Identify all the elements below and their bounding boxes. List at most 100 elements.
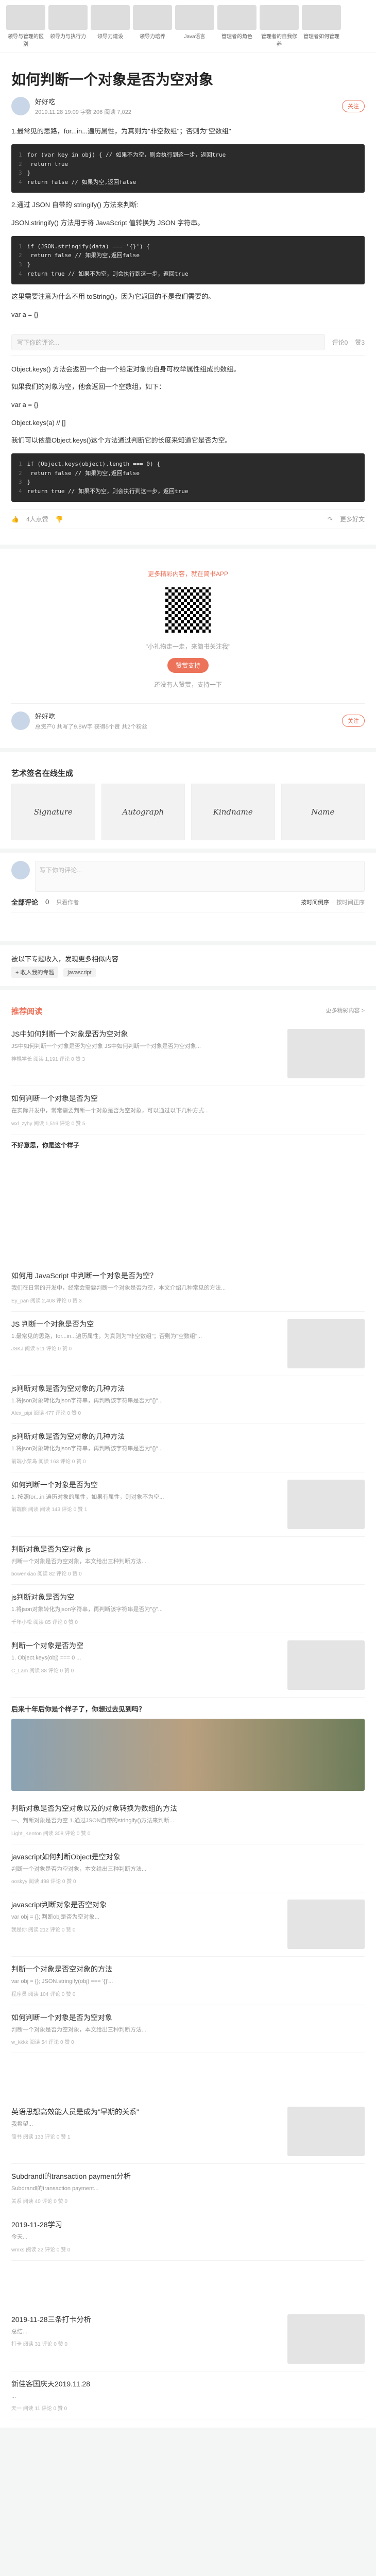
recommended-item-desc: JS中如何判断一个对象是否为空对象 JS中如何判断一个对象是否为空对象... bbox=[11, 1043, 201, 1050]
code-block-3: 1 if (Object.keys(object).length === 0) {… bbox=[11, 453, 365, 502]
recommended-item-title[interactable]: JS 判断一个对象是否为空 bbox=[11, 1319, 281, 1329]
recommended-item-title[interactable]: 如何判断一个对象是否为空 bbox=[11, 1093, 365, 1104]
recommended-item[interactable]: js判断对象是否为空对象的几种方法 1.将json对象转化为json字符串，再判断… bbox=[11, 1424, 365, 1472]
only-author-toggle[interactable]: 只看作者 bbox=[56, 898, 79, 906]
topics-title: 被以下专题收入，发现更多相似内容 bbox=[11, 955, 119, 963]
ad-banner[interactable]: 后来十年后你是个样子了，你想过去见到吗？ bbox=[11, 1698, 365, 1791]
thumbs-up-icon[interactable]: 👍 bbox=[11, 516, 19, 523]
recommended-item[interactable]: 判断对象是否为空对象 js 判断一个对象是否为空对象，本文给出三种判断方法... b… bbox=[11, 1537, 365, 1585]
recommended-item-desc: 判断一个对象是否为空对象，本文给出三种判断方法... bbox=[11, 1866, 147, 1872]
recommended-item-thumbnail bbox=[287, 1318, 365, 1368]
recommended-item-title[interactable]: 判断对象是否为空对象以及的对象转换为数组的方法 bbox=[11, 1803, 365, 1814]
author-meta: 2019.11.28 19:09 字数 206 阅读 7,022 bbox=[35, 109, 131, 116]
recommended-item-title[interactable]: 判断一个对象是否为空 bbox=[11, 1640, 281, 1651]
recommended-item[interactable]: JS 判断一个对象是否为空 1.最常见的思路，for...in...遍历属性，为真… bbox=[11, 1312, 365, 1376]
recommended-item-title[interactable]: js判断对象是否为空对象的几种方法 bbox=[11, 1383, 365, 1394]
signature-image[interactable]: Signature bbox=[11, 784, 95, 841]
more-link[interactable]: 更多精彩内容 > bbox=[326, 1006, 365, 1014]
recommended-item[interactable]: 如何判断一个对象是否为空对象 判断一个对象是否为空对象，本文给出三种判断方法...… bbox=[11, 2005, 365, 2054]
recommended-title: 推荐阅读 bbox=[11, 1007, 43, 1016]
sort-old[interactable]: 按时间正序 bbox=[336, 898, 365, 906]
banner-item[interactable]: 领导与管理的区别 bbox=[6, 5, 45, 47]
comment-count[interactable]: 评论0 bbox=[332, 338, 348, 347]
like-count[interactable]: 赞3 bbox=[355, 338, 365, 347]
comment-section: 写下你的评论... 全部评论 0 只看作者 按时间倒序 按时间正序 bbox=[0, 853, 376, 942]
banner-item[interactable]: 领导力建设 bbox=[91, 5, 130, 47]
sort-new[interactable]: 按时间倒序 bbox=[301, 898, 329, 906]
signature-image[interactable]: Name bbox=[281, 784, 365, 841]
app-hint[interactable]: 更多精彩内容，就在简书APP bbox=[11, 569, 365, 578]
author-card-avatar[interactable] bbox=[11, 711, 30, 731]
recommended-item[interactable]: javascript判断对象是否空对象 var obj = {}; 判断obj是否… bbox=[11, 1892, 365, 1957]
recommended-item-title[interactable]: 如何用 JavaScript 中判断一个对象是否为空？ bbox=[11, 1270, 365, 1281]
banner-item[interactable]: Java语言 bbox=[175, 5, 214, 47]
banner-thumbnail bbox=[175, 5, 214, 30]
recommended-item-title[interactable]: javascript判断对象是否空对象 bbox=[11, 1900, 281, 1910]
banner-label: 领导力培养 bbox=[140, 34, 165, 40]
signature-image[interactable]: Autograph bbox=[101, 784, 185, 841]
recommended-item-meta: Ey_pan 阅读 2,408 评论 0 赞 3 bbox=[11, 1298, 82, 1304]
recommended-item-title[interactable]: javascript如何判断Object是空对象 bbox=[11, 1852, 365, 1862]
recommended-item-meta: 我是你 阅读 212 评论 0 赞 0 bbox=[11, 1927, 76, 1933]
recommended-item[interactable]: 判断一个对象是否为空 1. Object.keys(obj) === 0 ... C… bbox=[11, 1633, 365, 1698]
comments-title: 全部评论 bbox=[11, 899, 39, 907]
recommended-item[interactable]: 2019-11-28三条打卡分析 总结... 打卡 阅读 31 评论 0 赞 0 bbox=[11, 2307, 365, 2371]
recommended-item-meta: 前端小菜鸟 阅读 163 评论 0 赞 0 bbox=[11, 1459, 86, 1465]
recommended-item-title[interactable]: JS中如何判断一个对象是否为空对象 bbox=[11, 1029, 281, 1039]
banner-item[interactable]: 管理者的角色 bbox=[217, 5, 257, 47]
code-line: 4 return true // 如果不为空，则会执行到这一步，返回true bbox=[19, 487, 189, 495]
recommended-item[interactable]: 如何判断一个对象是否为空 在实际开发中，常常需要判断一个对象是否为空对象，可以通过… bbox=[11, 1086, 365, 1134]
recommended-item-desc: 判断一个对象是否为空对象，本文给出三种判断方法... bbox=[11, 1558, 147, 1565]
banner-item[interactable]: 管理者的自我修养 bbox=[260, 5, 299, 47]
banner-item[interactable]: 领导力与执行力 bbox=[48, 5, 88, 47]
banner-item[interactable]: 管理者如何管理 bbox=[302, 5, 341, 47]
like-bar: 👍 4人点赞 👎 ↷ 更多好文 bbox=[11, 509, 365, 530]
recommended-item-title[interactable]: Subdrandl的transaction payment分析 bbox=[11, 2171, 365, 2181]
recommended-item[interactable]: Subdrandl的transaction payment分析 Subdrandl… bbox=[11, 2164, 365, 2212]
inline-comment-input[interactable]: 写下你的评论... bbox=[11, 334, 325, 350]
recommended-item[interactable]: 2019-11-28学习 今天... wmxs 阅读 22 评论 0 赞 0 bbox=[11, 2212, 365, 2261]
recommended-item-title[interactable]: 如何判断一个对象是否为空对象 bbox=[11, 2012, 365, 2023]
recommended-item-title[interactable]: 新佳客国庆天2019.11.28 bbox=[11, 2379, 365, 2389]
recommended-item-desc: ... bbox=[11, 2393, 16, 2399]
topic-tag[interactable]: javascript bbox=[63, 968, 96, 978]
author-card-name[interactable]: 好好吃 bbox=[35, 711, 147, 721]
recommended-item-title[interactable]: 2019-11-28学习 bbox=[11, 2219, 365, 2230]
add-topic-button[interactable]: + 收入我的专题 bbox=[11, 967, 59, 978]
recommended-item-title[interactable]: 判断一个对象是否空对象的方法 bbox=[11, 1964, 365, 1974]
recommended-item[interactable]: js判断对象是否为空对象的几种方法 1.将json对象转化为json字符串，再判断… bbox=[11, 1376, 365, 1425]
recommended-item[interactable]: 判断对象是否为空对象以及的对象转换为数组的方法 一、判断对象是否为空 1.通过JS… bbox=[11, 1796, 365, 1844]
recommended-item[interactable]: 如何用 JavaScript 中判断一个对象是否为空？ 我们在日常的开发中，经常会… bbox=[11, 1263, 365, 1312]
recommended-item[interactable]: javascript如何判断Object是空对象判断一个对象是否为空对象，本文给… bbox=[11, 1844, 365, 1893]
recommended-item[interactable]: 判断一个对象是否空对象的方法 var obj = {}; JSON.stringi… bbox=[11, 1957, 365, 2005]
recommended-item[interactable]: 英语思想高效能人员是成为"早期的关系" 我希望... 简书 阅读 133 评论 0 … bbox=[11, 2099, 365, 2164]
recommended-item[interactable]: 新佳客国庆天2019.11.28... 天一 阅读 11 评论 0 赞 0 bbox=[11, 2371, 365, 2420]
ad-block[interactable]: 不好意思，你是这个样子 bbox=[11, 1134, 365, 1263]
recommended-item-title[interactable]: js判断对象是否为空对象的几种方法 bbox=[11, 1431, 365, 1442]
recommended-item-meta: 前端熊 阅读 阅读 143 评论 0 赞 1 bbox=[11, 1507, 88, 1513]
author-name[interactable]: 好好吃 bbox=[35, 96, 131, 106]
reward-card: 更多精彩内容，就在简书APP "小礼物走一走，来简书关注我" 赞赏支持 还没有人… bbox=[0, 549, 376, 749]
likes-count[interactable]: 4人点赞 bbox=[26, 515, 48, 523]
recommended-item-title[interactable]: 2019-11-28三条打卡分析 bbox=[11, 2314, 281, 2325]
thumbs-down-icon[interactable]: 👎 bbox=[56, 516, 63, 523]
signature-image[interactable]: Kindname bbox=[191, 784, 275, 841]
recommended-item[interactable]: js判断对象是否为空 1.将json对象转化为json字符串，再判断该字符串是否为… bbox=[11, 1585, 365, 1633]
reward-button[interactable]: 赞赏支持 bbox=[167, 658, 209, 673]
recommended-item-title[interactable]: 如何判断一个对象是否为空 bbox=[11, 1480, 281, 1490]
recommended-item-title[interactable]: 判断对象是否为空对象 js bbox=[11, 1544, 365, 1554]
recommended-item-title[interactable]: js判断对象是否为空 bbox=[11, 1592, 365, 1602]
recommended-item[interactable]: 如何判断一个对象是否为空 1. 按照for...in 遍历对象的属性，如果有属性，… bbox=[11, 1472, 365, 1537]
recommended-item-meta: 千年小松 阅读 85 评论 0 赞 0 bbox=[11, 1619, 78, 1625]
code-line: 3} bbox=[19, 479, 31, 486]
follow-button[interactable]: 关注 bbox=[342, 100, 365, 113]
share-icon[interactable]: ↷ bbox=[328, 516, 333, 523]
recommended-item[interactable]: JS中如何判断一个对象是否为空对象 JS中如何判断一个对象是否为空对象 JS中如何… bbox=[11, 1022, 365, 1087]
banner-item[interactable]: 领导力培养 bbox=[133, 5, 172, 47]
recommended-item-desc: 1.将json对象转化为json字符串，再判断该字符串是否为"{}"... bbox=[11, 1397, 163, 1404]
comment-textarea[interactable]: 写下你的评论... bbox=[35, 861, 365, 892]
author-avatar[interactable] bbox=[11, 97, 30, 116]
more-articles-link[interactable]: 更多好文 bbox=[340, 515, 365, 523]
recommended-item-title[interactable]: 英语思想高效能人员是成为"早期的关系" bbox=[11, 2107, 281, 2117]
author-card-follow-button[interactable]: 关注 bbox=[342, 715, 365, 727]
